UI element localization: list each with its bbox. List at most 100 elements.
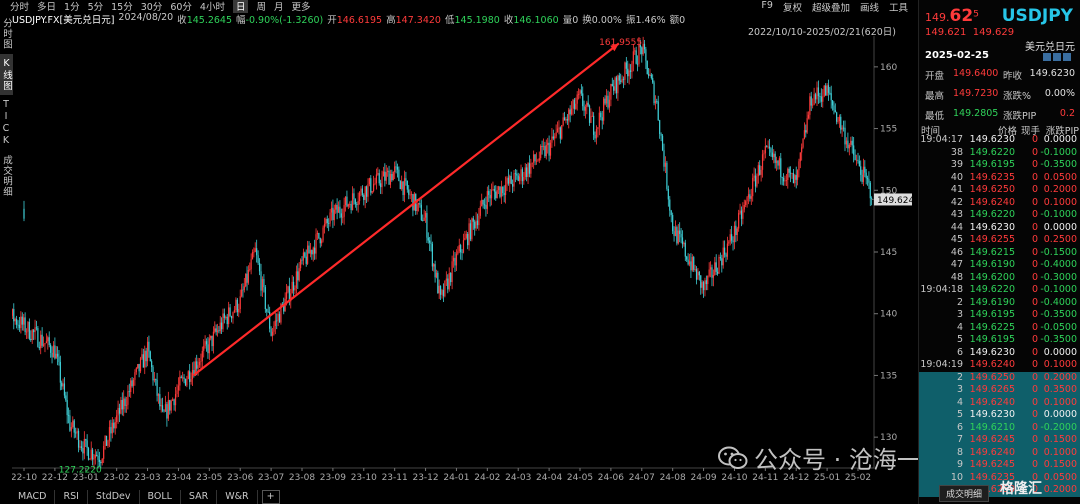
candle-body [469, 223, 472, 240]
stat-label-2: 最高 [925, 91, 945, 102]
settings-icon[interactable] [1053, 53, 1061, 61]
trade-row: 5 149.6230 0 0.0000 [919, 409, 1080, 422]
toolbar-item-3[interactable]: 画线 [860, 0, 879, 14]
candle-body [813, 94, 815, 105]
trade-price: 149.6190 [969, 259, 1015, 270]
stat-label-1: 昨收 [1003, 71, 1023, 82]
candle-body [61, 382, 63, 387]
candle-body [330, 207, 333, 213]
candle-body [20, 316, 22, 328]
last-value: 146.1060 [513, 15, 559, 26]
toolbar-item-0[interactable]: F9 [761, 0, 773, 14]
trade-details-button[interactable]: 成交明细 [939, 485, 990, 502]
trade-change: 0.0000 [1043, 346, 1077, 358]
candle-body [595, 129, 598, 139]
indicator-tab-2[interactable]: StdDev [88, 490, 140, 504]
candle-body [423, 217, 425, 221]
candle-body [105, 435, 108, 446]
candle-body [229, 307, 231, 317]
candle-body [160, 405, 162, 407]
trade-row: 3 149.6265 0 0.3500 [919, 384, 1080, 397]
view-tab-2[interactable]: TICK [1, 95, 12, 151]
candle-body [577, 94, 580, 95]
candlestick-chart[interactable]: 13013514014515015516022-10 22-12 23-01 23-0… [12, 36, 912, 488]
candle-body [635, 50, 637, 64]
candle-body [69, 415, 71, 431]
candle-body [621, 78, 623, 82]
trade-time: 3 [956, 309, 963, 320]
trade-price: 149.6230 [969, 346, 1015, 358]
candle-body [208, 338, 210, 354]
toolbar-item-1[interactable]: 复权 [783, 0, 802, 14]
indicator-tab-5[interactable]: W&R [217, 490, 258, 504]
candle-body [73, 420, 75, 433]
candle-body [388, 170, 390, 185]
candle-body [551, 136, 553, 143]
candle-body [649, 74, 651, 76]
trade-time: 19:04:19 [920, 359, 963, 370]
candle-body [176, 390, 178, 395]
candle-body [733, 225, 736, 243]
trade-price: 149.6230 [969, 134, 1015, 145]
candle-body [357, 200, 359, 205]
candle-body [47, 337, 49, 342]
candle-body [503, 193, 505, 196]
toolbar-item-2[interactable]: 超级叠加 [812, 0, 850, 14]
candle-body [163, 410, 165, 412]
candle-body [232, 312, 234, 319]
candle-body [214, 328, 216, 332]
candle-body [33, 330, 35, 333]
candle-body [82, 447, 84, 454]
edit-icon[interactable] [1043, 53, 1051, 61]
candle-body [236, 299, 238, 313]
candle-body [120, 399, 122, 414]
candle-body [382, 171, 385, 177]
trade-time: 38 [950, 146, 963, 158]
candle-body [302, 252, 305, 261]
indicator-tabs: MACD RSI StdDev BOLL SAR W&R + [10, 490, 280, 504]
candle-body [291, 281, 293, 294]
candle-body [198, 361, 201, 366]
candle-body [868, 179, 870, 183]
trade-time: 47 [950, 259, 963, 270]
indicator-tab-4[interactable]: SAR [181, 490, 218, 504]
indicator-tab-1[interactable]: RSI [55, 490, 88, 504]
candle-body [778, 158, 780, 166]
candle-body [350, 204, 352, 211]
candle-body [151, 361, 153, 368]
candle-body [614, 77, 616, 91]
candle-body [582, 93, 584, 107]
trade-price: 149.6220 [969, 146, 1015, 158]
trade-time: 4 [956, 396, 963, 408]
candle-body [128, 391, 130, 393]
candle-body [472, 218, 474, 222]
trade-change: 0.0000 [1043, 134, 1077, 145]
link-icon[interactable] [1063, 53, 1071, 61]
candle-body [314, 247, 316, 254]
candle-body [156, 379, 158, 396]
trade-price: 149.6250 [969, 184, 1015, 195]
last-price: 149.625 [925, 6, 979, 26]
candle-body [233, 310, 236, 313]
candle-body [489, 194, 491, 199]
candle-body [495, 191, 497, 199]
candle-body [261, 279, 264, 291]
indicator-tab-0[interactable]: MACD [10, 490, 56, 504]
candle-body [57, 353, 59, 357]
trade-change: -0.3000 [1040, 271, 1077, 283]
add-indicator-button[interactable]: + [261, 490, 280, 504]
candle-body [204, 341, 206, 347]
candle-body [629, 70, 632, 72]
toolbar-item-4[interactable]: 工具 [889, 0, 908, 14]
trade-row: 46 149.6215 0 -0.1500 [919, 247, 1080, 260]
trade-time: 19:04:17 [920, 134, 963, 145]
candle-body [707, 275, 709, 285]
candle-body [646, 60, 648, 75]
trade-volume: 0 [1031, 284, 1038, 295]
candle-body [673, 231, 675, 236]
candle-body [437, 272, 439, 294]
indicator-tab-3[interactable]: BOLL [140, 490, 181, 504]
candle-body [841, 127, 843, 130]
view-tabs: 分时图 K线图 TICK 成交明细 [0, 14, 13, 201]
candle-body [337, 206, 340, 213]
